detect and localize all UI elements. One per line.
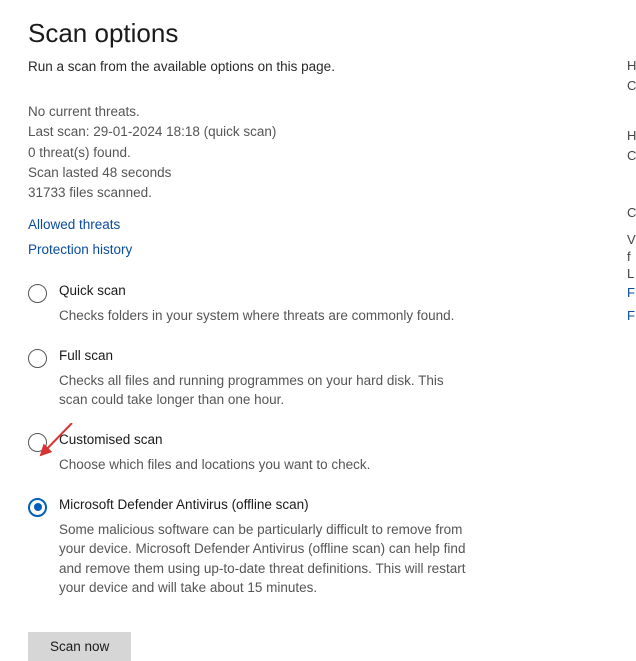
link-protection-history[interactable]: Protection history <box>28 242 608 257</box>
cutoff-panel: H C H C C V f L F F <box>624 0 636 640</box>
radio-offline-scan[interactable] <box>28 498 47 517</box>
option-quick-scan: Quick scan Checks folders in your system… <box>28 283 468 326</box>
option-title: Quick scan <box>59 283 468 298</box>
option-desc: Checks folders in your system where thre… <box>59 306 468 326</box>
option-title: Microsoft Defender Antivirus (offline sc… <box>59 497 468 512</box>
option-title: Customised scan <box>59 432 468 447</box>
scan-now-button[interactable]: Scan now <box>28 632 131 661</box>
radio-customised-scan[interactable] <box>28 433 47 452</box>
link-allowed-threats[interactable]: Allowed threats <box>28 217 608 232</box>
option-desc: Choose which files and locations you wan… <box>59 455 468 475</box>
option-offline-scan: Microsoft Defender Antivirus (offline sc… <box>28 497 468 598</box>
radio-quick-scan[interactable] <box>28 284 47 303</box>
option-desc: Some malicious software can be particula… <box>59 520 468 598</box>
status-duration: Scan lasted 48 seconds <box>28 163 608 183</box>
page-subtitle: Run a scan from the available options on… <box>28 59 608 74</box>
page-title: Scan options <box>28 18 608 49</box>
status-last-scan: Last scan: 29-01-2024 18:18 (quick scan) <box>28 122 608 142</box>
option-title: Full scan <box>59 348 468 363</box>
option-customised-scan: Customised scan Choose which files and l… <box>28 432 468 475</box>
scan-options-list: Quick scan Checks folders in your system… <box>28 283 608 598</box>
option-full-scan: Full scan Checks all files and running p… <box>28 348 468 410</box>
radio-full-scan[interactable] <box>28 349 47 368</box>
status-threats-found: 0 threat(s) found. <box>28 143 608 163</box>
status-files-scanned: 31733 files scanned. <box>28 183 608 203</box>
status-block: No current threats. Last scan: 29-01-202… <box>28 102 608 203</box>
status-no-threats: No current threats. <box>28 102 608 122</box>
option-desc: Checks all files and running programmes … <box>59 371 468 410</box>
